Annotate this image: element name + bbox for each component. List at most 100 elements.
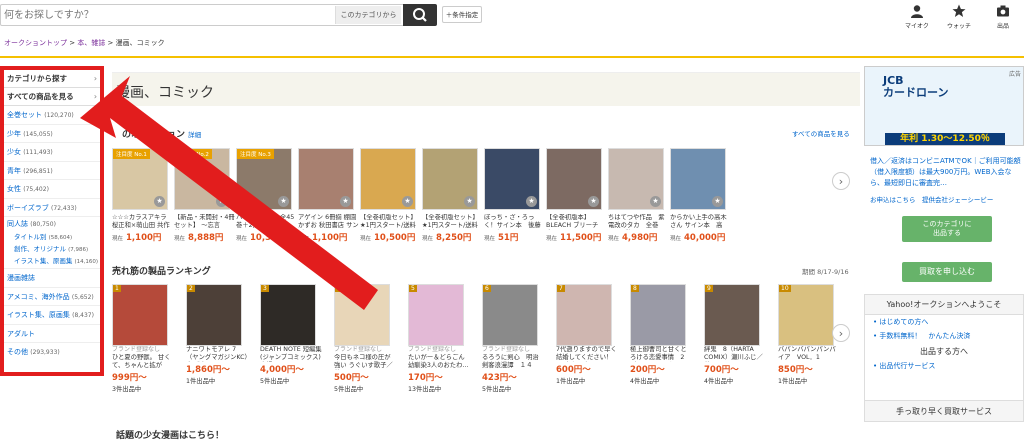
item-thumbnail[interactable]: ★ bbox=[546, 148, 602, 210]
breadcrumb-home[interactable]: オークショントップ bbox=[4, 39, 67, 47]
watch-star-icon[interactable]: ★ bbox=[588, 196, 599, 207]
item-thumbnail[interactable]: ★ bbox=[360, 148, 416, 210]
item-thumbnail[interactable]: 10 bbox=[778, 284, 834, 346]
sidebar-header-browse[interactable]: カテゴリから探す › bbox=[4, 70, 100, 88]
item-title[interactable]: ☆☆☆カラスアキラ 桜正和×萌山田 共作短編… bbox=[112, 214, 174, 230]
item-title[interactable]: るろうに剣心 明治剣客浪漫譚 １４（… bbox=[482, 354, 544, 370]
sidebar-subitem-original[interactable]: 創作、オリジナル (7,986) bbox=[4, 243, 100, 255]
item-title[interactable]: ハイキュー！！全45巻＋2冊完結セット bbox=[236, 214, 298, 230]
ranking-item[interactable]: 4 ブランド登録なし今日もネコ様の圧が強い うぐいす歌子／著 500円〜 5件出品中 bbox=[334, 284, 396, 393]
item-title[interactable]: ちはてつや作品 紫電改のタカ 全巻(1〜6巻) bbox=[608, 214, 670, 230]
item-title[interactable]: 7代遡りますので早く結婚してください！ 3 （ビッグコミック… bbox=[556, 346, 618, 362]
item-thumbnail[interactable]: 8 bbox=[630, 284, 686, 346]
item-thumbnail[interactable]: 7 bbox=[556, 284, 612, 346]
sidebar-item-complete-sets[interactable]: 全巻セット (120,270) bbox=[4, 106, 100, 125]
sidebar-item-american-comics[interactable]: アメコミ、海外作品 (5,652) bbox=[4, 288, 100, 306]
item-thumbnail[interactable]: 5 bbox=[408, 284, 464, 346]
sidebar-item-doujinshi[interactable]: 同人誌 (80,750) bbox=[4, 217, 100, 231]
sidebar-subitem-by-title[interactable]: タイトル別 (58,604) bbox=[4, 231, 100, 243]
item-thumbnail[interactable]: 4 bbox=[334, 284, 390, 346]
breadcrumb-parent[interactable]: 本、雑誌 bbox=[77, 39, 105, 47]
item-thumbnail[interactable]: ★ bbox=[608, 148, 664, 210]
item-thumbnail[interactable]: ★ bbox=[422, 148, 478, 210]
ranking-item[interactable]: 7 7代遡りますので早く結婚してください！ 3 （ビッグコミック… 600円〜 1件出… bbox=[556, 284, 618, 385]
ranking-item[interactable]: 8 極上御曹司と甘くとろける恋愛事情 2（ｍａｒｍａｌａｄｅ… 200円〜 4件出品中 bbox=[630, 284, 692, 385]
item-title[interactable]: 【全巻初版セット】★1円スタート/送料無料… bbox=[360, 214, 422, 230]
item-thumbnail[interactable]: 9 bbox=[704, 284, 760, 346]
auction-item[interactable]: ★【全巻初版セット】★1円スタート/送料無料…現在10,500円 bbox=[360, 148, 422, 243]
item-thumbnail[interactable]: 6 bbox=[482, 284, 538, 346]
watch-star-icon[interactable]: ★ bbox=[526, 196, 537, 207]
sidebar-item-shoujo[interactable]: 少女 (111,493) bbox=[4, 143, 100, 162]
sidebar-item-boys-love[interactable]: ボーイズラブ (72,433) bbox=[4, 199, 100, 217]
auction-item[interactable]: ★【全巻初版本】BLEACH ブリーチ 全…現在11,500円 bbox=[546, 148, 608, 243]
ranking-item[interactable]: 2 ナニワトモアレ 7（ヤングマガジンKC）南 勝久 1,860円〜 1件出品中 bbox=[186, 284, 248, 385]
sidebar-item-other[interactable]: その他 (293,933) bbox=[4, 343, 100, 362]
item-title[interactable]: たいがー＆どらごん 幼馴染3人のおたわ… bbox=[408, 354, 470, 370]
watch-star-icon[interactable]: ★ bbox=[464, 196, 475, 207]
search-input[interactable] bbox=[4, 7, 329, 23]
sidebar-subitem-artbooks[interactable]: イラスト集、原画集 (14,160) bbox=[4, 255, 100, 269]
item-thumbnail[interactable]: 2 bbox=[186, 284, 242, 346]
item-title[interactable]: バパンバパンパンパイア VOL．1（SHONEN CH… bbox=[778, 346, 840, 362]
item-title[interactable]: 【全巻初版セット】★1円スタート/送料無料… bbox=[422, 214, 484, 230]
watch-button[interactable]: ウォッチ bbox=[944, 4, 974, 30]
ad-description-link[interactable]: 借入／返済はコンビニATMでOK｜ご利用可能額（借入限度額）は最大900万円。W… bbox=[870, 156, 1024, 189]
auction-item[interactable]: 注目度 No.1★☆☆☆カラスアキラ 桜正和×萌山田 共作短編…現在1,100円 bbox=[112, 148, 174, 243]
item-title[interactable]: 絆鬼 8（HARTA COMIX）瀬川ふじ／著 bbox=[704, 346, 766, 362]
item-title[interactable]: ひと夏の野獣。 甘くて、ちゃんと拡がし… bbox=[112, 354, 174, 370]
item-title[interactable]: ナニワトモアレ 7（ヤングマガジンKC）南 勝久 bbox=[186, 346, 248, 362]
ranking-item[interactable]: 1 ブランド登録なしひと夏の野獣。 甘くて、ちゃんと拡がし… 999円〜 3件出品中 bbox=[112, 284, 174, 393]
ranking-item[interactable]: 6 ブランド登録なしるろうに剣心 明治剣客浪漫譚 １４（… 423円〜 5件出品中 bbox=[482, 284, 544, 393]
ad-apply-link[interactable]: お申込はこちら 提供会社ジェーシービー bbox=[870, 194, 993, 204]
watch-star-icon[interactable]: ★ bbox=[278, 196, 289, 207]
item-thumbnail[interactable]: 注目度 No.2 ★ bbox=[174, 148, 230, 210]
watch-star-icon[interactable]: ★ bbox=[154, 196, 165, 207]
sell-in-category-button[interactable]: このカテゴリに 出品する bbox=[902, 216, 992, 242]
sidebar-header-all[interactable]: すべての商品を見る › bbox=[4, 88, 100, 106]
auction-item[interactable]: ★ちはてつや作品 紫電改のタカ 全巻(1〜6巻)現在4,980円 bbox=[608, 148, 670, 243]
my-auction-button[interactable]: マイオク bbox=[902, 4, 932, 30]
watch-star-icon[interactable]: ★ bbox=[402, 196, 413, 207]
search-button[interactable] bbox=[403, 4, 437, 26]
item-thumbnail[interactable]: 注目度 No.3 ★ bbox=[236, 148, 292, 210]
item-title[interactable]: 【全巻初版本】BLEACH ブリーチ 全… bbox=[546, 214, 608, 230]
item-title[interactable]: DEATH NOTE 短編集 (ジャンプコミックス) 大場つぐみ… bbox=[260, 346, 322, 362]
loan-ad-banner[interactable]: 広告 JCB カードローン 年利 1.30〜12.50％ bbox=[864, 66, 1024, 146]
item-thumbnail[interactable]: ★ bbox=[298, 148, 354, 210]
auction-item[interactable]: ★ぼっち・ざ・ろっく！サイン本 後藤ひとり…現在51円 bbox=[484, 148, 546, 243]
sell-top-button[interactable]: 出品 bbox=[988, 4, 1018, 30]
auction-item[interactable]: ★【全巻初版セット】★1円スタート/送料無料…現在8,250円 bbox=[422, 148, 484, 243]
category-scope-select[interactable]: このカテゴリから bbox=[335, 6, 401, 24]
buyback-request-button[interactable]: 買取を申し込む bbox=[902, 262, 992, 282]
watch-star-icon[interactable]: ★ bbox=[712, 196, 723, 207]
ranking-item[interactable]: 9 絆鬼 8（HARTA COMIX）瀬川ふじ／著 700円〜 4件出品中 bbox=[704, 284, 766, 385]
sidebar-item-seinen[interactable]: 青年 (296,851) bbox=[4, 162, 100, 180]
beginners-link[interactable]: • はじめての方へ bbox=[865, 315, 1023, 329]
watch-star-icon[interactable]: ★ bbox=[216, 196, 227, 207]
auction-item[interactable]: 注目度 No.2★【新品・未開封・4冊セット】 〜忘言義〜 …現在8,888円 bbox=[174, 148, 236, 243]
item-thumbnail[interactable]: ★ bbox=[484, 148, 540, 210]
item-thumbnail[interactable]: 3 bbox=[260, 284, 316, 346]
ranking-item[interactable]: 5 ブランド登録なし たいがー＆どらごん 幼馴染3人のおたわ… 170円〜 13件出品中 bbox=[408, 284, 470, 393]
sidebar-item-shounen[interactable]: 少年 (145,055) bbox=[4, 125, 100, 143]
item-title[interactable]: ぼっち・ざ・ろっく！サイン本 後藤ひとり… bbox=[484, 214, 546, 230]
item-title[interactable]: からかい上手の高木さん サイン本 高木… bbox=[670, 214, 732, 230]
sidebar-item-illustrations[interactable]: イラスト集、原画集 (8,437) bbox=[4, 306, 100, 325]
auction-item[interactable]: ★からかい上手の高木さん サイン本 高木…現在40,000円 bbox=[670, 148, 732, 243]
see-all-items-link[interactable]: すべての商品を見る bbox=[792, 128, 850, 138]
item-thumbnail[interactable]: ★ bbox=[670, 148, 726, 210]
conditions-button[interactable]: ＋条件指定 bbox=[442, 6, 482, 23]
easy-payment-link[interactable]: • 手数料無料！ かんたん決済 bbox=[865, 329, 1023, 343]
ranking-item[interactable]: 10 バパンバパンパンパイア VOL．1（SHONEN CH… 850円〜 1件出品中 bbox=[778, 284, 840, 385]
ranking-item[interactable]: 3 DEATH NOTE 短編集 (ジャンプコミックス) 大場つぐみ… 4,000円… bbox=[260, 284, 322, 385]
sidebar-item-manga-magazines[interactable]: 漫画雑誌 bbox=[4, 269, 100, 288]
auction-item[interactable]: 注目度 No.3 ★ ハイキュー！！全45巻＋2冊完結セット 現在 10,375円 bbox=[236, 148, 298, 243]
item-thumbnail[interactable]: 注目度 No.1 ★ bbox=[112, 148, 168, 210]
item-title[interactable]: 【新品・未開封・4冊セット】 〜忘言義〜 … bbox=[174, 214, 236, 230]
ranking-carousel-next-button[interactable]: › bbox=[832, 324, 850, 342]
item-title[interactable]: 極上御曹司と甘くとろける恋愛事情 2（ｍａｒｍａｌａｄｅ… bbox=[630, 346, 692, 362]
sidebar-item-adult[interactable]: アダルト bbox=[4, 325, 100, 343]
item-title[interactable]: 今日もネコ様の圧が強い うぐいす歌子／著 bbox=[334, 354, 396, 370]
watch-star-icon[interactable]: ★ bbox=[650, 196, 661, 207]
